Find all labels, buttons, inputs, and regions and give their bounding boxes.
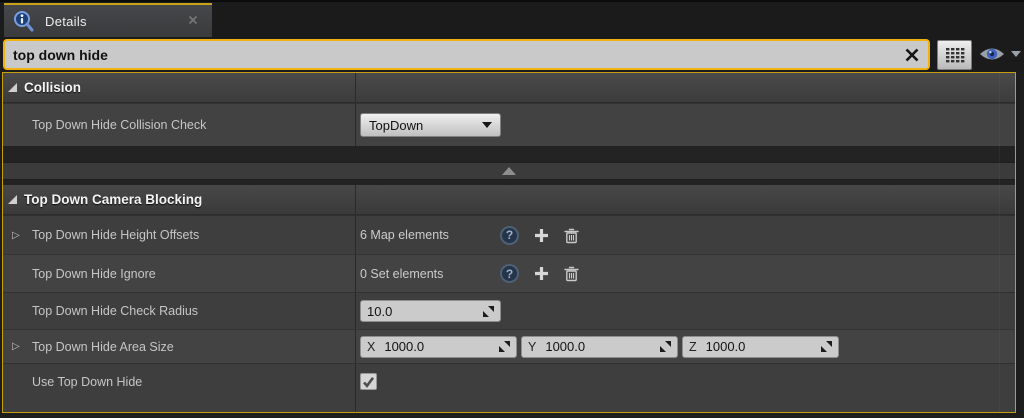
axis-x-label: X [367,339,376,354]
delete-all-elements-icon[interactable] [564,227,579,244]
drag-spinner-icon[interactable] [483,305,494,317]
collapse-separator[interactable] [3,162,1015,180]
property-matrix-grid-icon [945,47,965,64]
scrollbar-track[interactable] [999,73,1000,412]
axis-y-label: Y [528,339,537,354]
property-label: Top Down Hide Check Radius [32,304,199,318]
category-camera-blocking[interactable]: Top Down Camera Blocking [3,185,1015,215]
dropdown-selected-value: TopDown [369,117,424,133]
drag-spinner-icon[interactable] [660,341,671,352]
row-height-offsets: ▷ Top Down Hide Height Offsets 6 Map ele… [3,215,1015,254]
area-size-x-input[interactable]: X 1000.0 [360,335,517,358]
row-use-top-down-hide: Use Top Down Hide [3,363,1015,399]
property-label: Use Top Down Hide [32,374,143,389]
empty-row-filler [3,399,1015,412]
view-options-button[interactable] [978,45,1021,63]
drag-spinner-icon[interactable] [499,341,510,352]
axis-z-label: Z [689,339,697,354]
category-expanded-icon [8,83,17,92]
view-options-eye-icon [978,45,1006,63]
area-size-z-input[interactable]: Z 1000.0 [682,335,839,358]
details-info-magnifier-icon [12,9,36,33]
chevron-down-icon [482,122,492,128]
search-toolbar: top down hide [0,37,1024,72]
vector-input-group: X 1000.0 Y 1000.0 Z 1000.0 [360,335,839,358]
collision-check-dropdown[interactable]: TopDown [360,113,501,137]
add-element-icon[interactable] [534,266,549,281]
property-label: Top Down Hide Height Offsets [32,228,200,242]
container-summary: 6 Map elements [360,228,449,242]
question-mark-icon[interactable]: ? [500,264,519,283]
area-size-y-value: 1000.0 [545,339,586,354]
property-label: Top Down Hide Area Size [32,339,174,354]
expand-arrow-icon[interactable]: ▷ [12,341,20,352]
expand-arrow-icon[interactable]: ▷ [12,230,20,241]
search-input-value[interactable]: top down hide [13,47,904,63]
tab-title: Details [45,13,87,29]
view-options-caret-icon [1011,51,1021,57]
category-title: Collision [24,80,81,95]
section-gap [3,146,1015,162]
tab-details[interactable]: Details [4,3,212,37]
question-mark-icon[interactable]: ? [500,225,519,245]
drag-spinner-icon[interactable] [821,341,832,352]
details-panel: Collision Top Down Hide Collision Check … [2,72,1016,413]
row-collision-check: Top Down Hide Collision Check TopDown [3,103,1015,146]
use-top-down-hide-checkbox[interactable] [360,373,377,390]
area-size-z-value: 1000.0 [705,339,746,354]
tab-close-icon[interactable] [188,12,198,30]
add-element-icon[interactable] [534,228,549,243]
row-ignore: Top Down Hide Ignore 0 Set elements ? [3,254,1015,292]
checkmark-icon [362,376,375,388]
property-matrix-button[interactable] [937,40,972,70]
clear-search-icon[interactable] [904,47,920,63]
check-radius-input[interactable]: 10.0 [360,300,501,322]
search-input[interactable]: top down hide [3,39,930,70]
category-expanded-icon [8,195,17,204]
container-summary: 0 Set elements [360,266,444,281]
row-area-size: ▷ Top Down Hide Area Size X 1000.0 Y 100… [3,329,1015,363]
area-size-x-value: 1000.0 [384,339,425,354]
delete-all-elements-icon[interactable] [564,265,579,282]
category-title: Top Down Camera Blocking [24,192,203,207]
row-check-radius: Top Down Hide Check Radius 10.0 [3,292,1015,329]
tab-bar: Details [0,2,1024,37]
area-size-y-input[interactable]: Y 1000.0 [521,335,678,358]
property-label: Top Down Hide Ignore [32,266,156,281]
property-label: Top Down Hide Collision Check [32,118,207,132]
column-splitter[interactable] [355,185,356,214]
category-collision[interactable]: Collision [3,73,1015,103]
column-splitter[interactable] [355,73,356,102]
check-radius-value: 10.0 [367,303,393,319]
chevron-up-icon [502,167,516,175]
